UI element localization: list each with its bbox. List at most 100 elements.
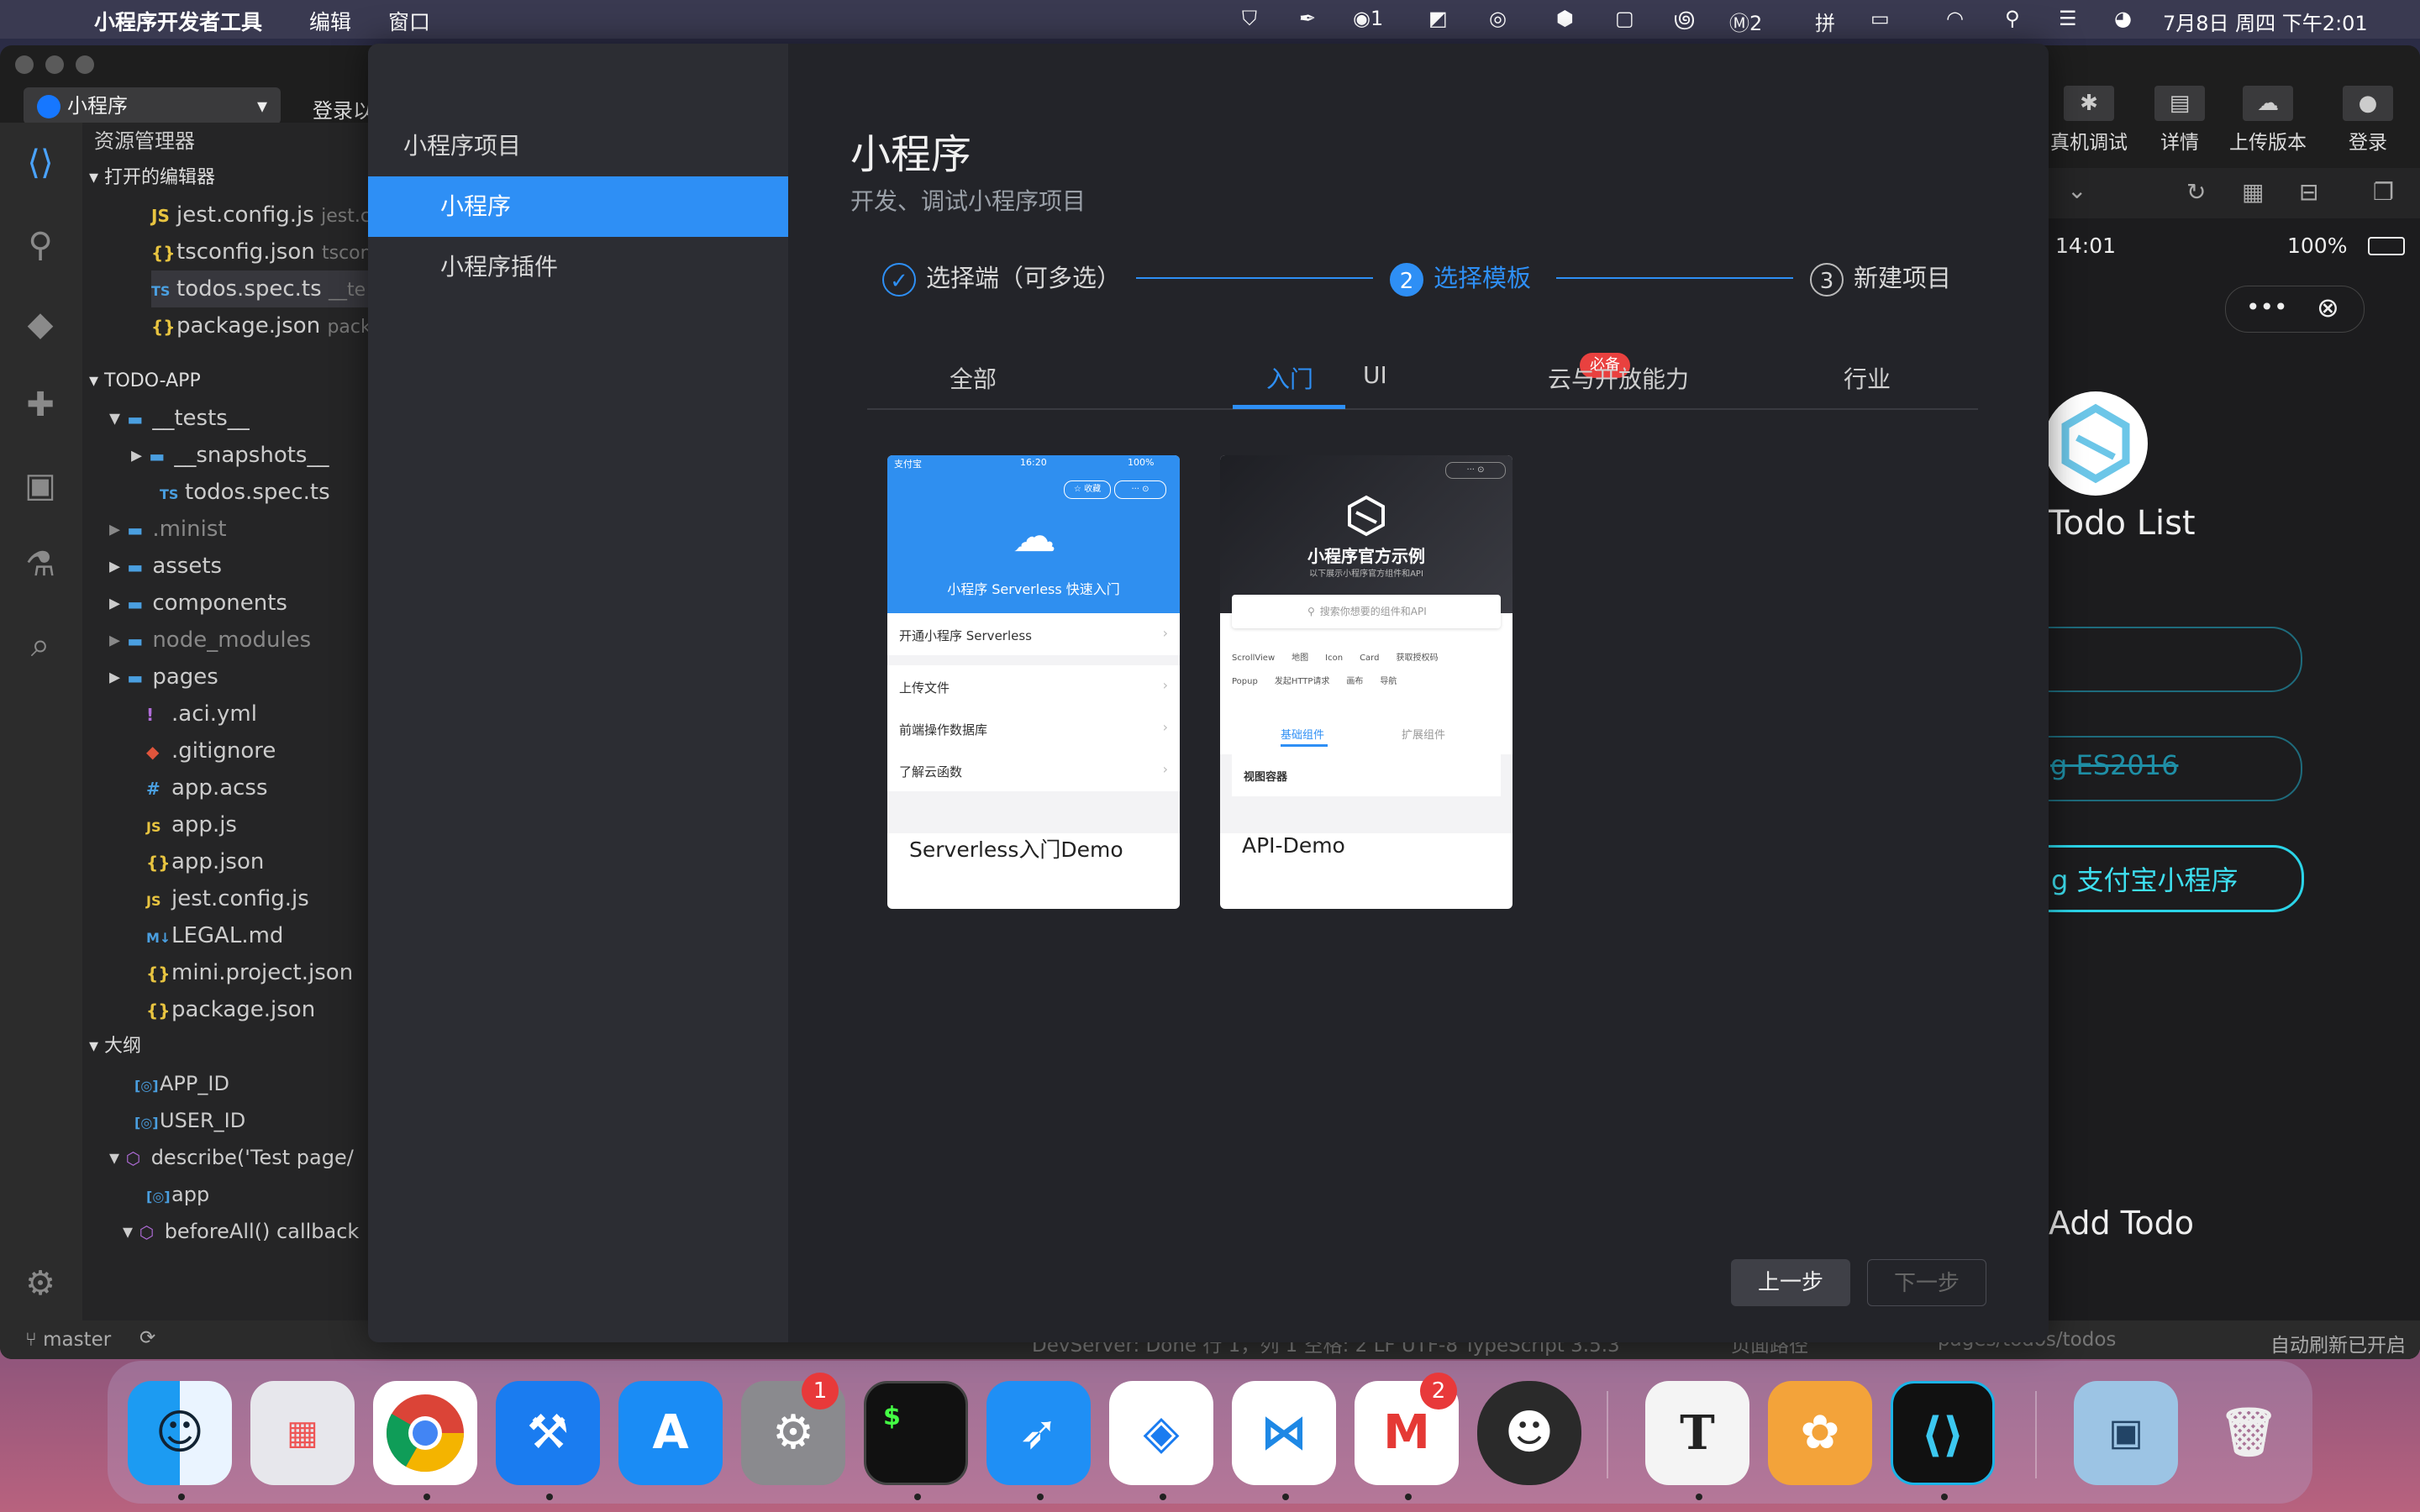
vpn-icon[interactable]: ◎ [1489,7,1507,30]
feather-icon[interactable]: ✒ [1299,7,1316,30]
app-store-icon[interactable]: A [618,1381,723,1485]
project-header[interactable]: ▾ TODO-APP [89,363,368,400]
minimize-button[interactable] [45,55,64,74]
refresh-icon[interactable]: ↻ [2186,178,2206,206]
preview-icon[interactable]: ▣ [2074,1381,2178,1485]
outline-item[interactable]: [◎]USER_ID [134,1102,368,1139]
xcode-icon[interactable]: ⚒ [496,1381,600,1485]
menu-edit[interactable]: 编辑 [309,6,351,36]
chevron-down-icon[interactable]: ⌄ [2067,176,2086,204]
plugins-icon[interactable]: ▣ [17,462,64,509]
tree-item[interactable]: ▸ ▬ node_modules [109,622,368,659]
chrome-icon[interactable] [373,1381,477,1485]
open-editor-item[interactable]: {}tsconfig.json tscon [151,234,368,270]
paw-icon[interactable]: ✿ [1768,1381,1872,1485]
open-editor-item[interactable]: JS jest.config.js jest.c [151,197,368,234]
auto-refresh-status[interactable]: 自动刷新已开启 [2270,1329,2406,1357]
template-card-api-demo[interactable]: ··· ⊙ 小程序官方示例 以下展示小程序官方组件和API ⚲ 搜索你想要的组件和… [1220,455,1512,909]
outline-item[interactable]: [◎]APP_ID [134,1065,368,1102]
dingtalk-icon[interactable]: ➶ [986,1381,1091,1485]
capsule-menu[interactable]: ••• ⊗ [2225,286,2365,333]
clock[interactable]: 7月8日 周四 下午2:01 [2163,7,2368,36]
tab-beginner[interactable]: 入门 [1266,361,1313,395]
template-card-serverless[interactable]: 支付宝 16:20 100% ☆ 收藏 ··· ⊙ ☁ 小程序 Serverle… [887,455,1180,909]
tray-status-icon[interactable]: ◉1 [1353,7,1383,30]
outline-item[interactable]: [◎]app [146,1176,368,1213]
menu-window[interactable]: 窗口 [388,6,430,36]
tree-item[interactable]: JS jest.config.js [146,880,368,917]
launchpad-icon[interactable]: ▦ [250,1381,355,1485]
nav-item-plugin[interactable]: 小程序插件 [368,237,788,297]
finder-icon[interactable]: ☺ [128,1381,232,1485]
open-editors-header[interactable]: ▾ 打开的编辑器 [89,160,368,197]
grid-icon[interactable]: ▦ [2242,178,2264,206]
siri-icon[interactable]: ◕ [2114,7,2132,30]
menu-app-name[interactable]: 小程序开发者工具 [94,6,262,36]
tree-item[interactable]: ▸ ▬ components [109,585,368,622]
inspect-icon[interactable]: ⌕ [17,622,64,669]
login-link[interactable]: 登录以 [313,94,373,123]
zoom-button[interactable] [76,55,94,74]
tab-industry[interactable]: 行业 [1844,361,1891,395]
branch-indicator[interactable]: ⑂ master [25,1329,111,1351]
antman-icon[interactable]: ☻ [1477,1381,1581,1485]
open-editor-item[interactable]: TS todos.spec.ts __te [151,270,368,307]
window-icon[interactable]: ❐ [2373,178,2394,206]
tree-item[interactable]: ! .aci.yml [146,696,368,732]
trash-icon[interactable]: 🗑 [2196,1381,2301,1485]
sync-icon[interactable]: ⟳ [139,1327,155,1349]
terminal-icon[interactable]: $ [864,1381,968,1485]
test-flask-icon[interactable]: ⚗ [17,541,64,588]
todo-item[interactable]: g 支付宝小程序 [2015,845,2304,912]
tree-item[interactable]: JS app.js [146,806,368,843]
tree-item[interactable]: ▸ ▬ pages [109,659,368,696]
control-center-icon[interactable]: ☰ [2059,7,2077,30]
shield-icon[interactable]: ⛉ [1242,7,1257,30]
tree-item[interactable]: ▸ ▬ assets [109,548,368,585]
wifi-icon[interactable]: ◠ [1946,7,1964,30]
more-icon[interactable]: ••• [2246,293,2288,321]
tree-item[interactable]: # app.acss [146,769,368,806]
explorer-icon[interactable]: ⟨⟩ [17,139,64,186]
details-button[interactable]: ▤ 详情 [2139,86,2220,155]
tree-item[interactable]: TS todos.spec.ts [160,474,368,511]
tree-item[interactable]: {}mini.project.json [146,954,368,991]
tree-item[interactable]: ▾ ▬ __tests__ [109,400,368,437]
tree-item[interactable]: M↓LEGAL.md [146,917,368,954]
upload-button[interactable]: ☁ 上传版本 [2222,86,2314,155]
tree-item[interactable]: {}app.json [146,843,368,880]
tab-ui[interactable]: UI [1363,361,1387,389]
todo-input[interactable] [2015,627,2302,692]
todo-item-done[interactable]: g ES2016 [2015,736,2302,801]
hexagon-icon[interactable]: ⬢ [1556,7,1574,30]
close-circle-icon[interactable]: ⊗ [2317,291,2339,323]
tree-item[interactable]: {}package.json [146,991,368,1028]
mini-dev-tool-icon[interactable]: ⟨⟩ [1891,1381,1995,1485]
input-method-icon[interactable]: 拼 [1815,7,1835,36]
nav-item-miniprogram[interactable]: 小程序 [368,176,788,237]
open-editor-item[interactable]: {}package.json pack [151,307,368,344]
tree-item[interactable]: ▸ ▬ __snapshots__ [131,437,368,474]
vscode-icon[interactable]: ⋈ [1232,1381,1336,1485]
tree-item[interactable]: ◆ .gitignore [146,732,368,769]
outline-item[interactable]: ▾ ⬡ beforeAll() callback [123,1213,368,1250]
next-step-button[interactable]: 下一步 [1867,1259,1986,1306]
tab-cloud[interactable]: 云与开放能力 [1548,361,1689,395]
add-todo-button[interactable]: Add Todo [2049,1205,2194,1242]
outline-header[interactable]: ▾ 大纲 [89,1028,368,1065]
tree-item[interactable]: ▸ ▬ .minist [109,511,368,548]
contrast-icon[interactable]: ◩ [1428,7,1448,30]
swirl-icon[interactable]: ౷ [1674,7,1695,35]
project-selector[interactable]: 小程序 ▾ [24,87,281,124]
settings-gear-icon[interactable]: ⚙ [17,1260,64,1307]
login-button[interactable]: ● 登录 [2326,86,2410,155]
debug-button[interactable]: ✱ 真机调试 [2049,86,2129,155]
extensions-icon[interactable]: ✚ [17,381,64,428]
outline-item[interactable]: ▾ ⬡ describe('Test page/ [109,1139,368,1176]
battery-icon[interactable]: ▭ [1870,7,1890,30]
tab-all[interactable]: 全部 [950,361,997,395]
close-button[interactable] [15,55,34,74]
inspect-icon[interactable]: ⊟ [2299,178,2318,206]
git-icon[interactable]: ◆ [17,301,64,348]
alipay-icon[interactable]: ◈ [1109,1381,1213,1485]
